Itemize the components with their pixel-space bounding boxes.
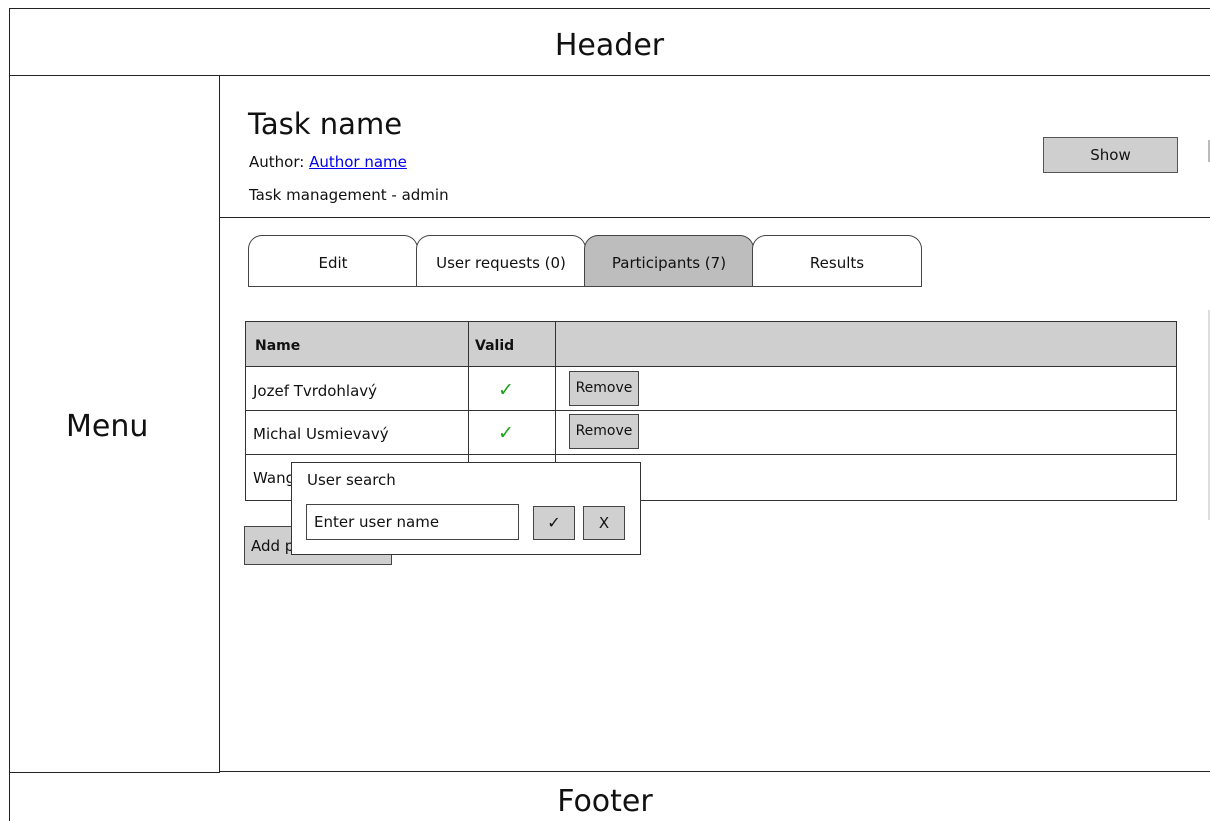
row-divider [246, 410, 1176, 411]
task-subtitle: Task management - admin [249, 186, 449, 204]
task-title: Task name [248, 107, 403, 141]
footer-label: Footer [557, 784, 653, 819]
tab-participants[interactable]: Participants (7) [584, 235, 754, 287]
popup-title: User search [307, 471, 396, 489]
valid-check-icon: ✓ [498, 422, 514, 444]
table-cell-name: Wang [253, 469, 296, 487]
column-header-valid: Valid [475, 338, 515, 354]
menu-label: Menu [66, 409, 149, 444]
valid-check-icon: ✓ [498, 379, 514, 401]
show-button[interactable]: Show [1043, 137, 1178, 173]
user-search-popup: User search ✓ X [291, 462, 641, 555]
tab-user-requests[interactable]: User requests (0) [416, 235, 586, 287]
confirm-button[interactable]: ✓ [533, 506, 575, 540]
tab-results[interactable]: Results [752, 235, 922, 287]
column-header-name: Name [255, 338, 301, 354]
footer-divider [220, 771, 1210, 772]
tab-edit[interactable]: Edit [248, 235, 418, 287]
tabs-baseline [248, 286, 921, 287]
table-header: Name Valid [246, 322, 1176, 367]
table-cell-name: Michal Usmievavý [253, 425, 389, 443]
remove-button[interactable]: Remove [569, 371, 639, 406]
author-row: Author: Author name [249, 153, 407, 171]
row-divider [246, 454, 1176, 455]
section-divider [220, 217, 1210, 218]
author-prefix: Author: [249, 153, 305, 171]
user-name-input[interactable] [306, 504, 519, 540]
table-cell-name: Jozef Tvrdohlavý [253, 382, 378, 400]
menu-sidebar: Menu [9, 76, 220, 773]
remove-button[interactable]: Remove [569, 414, 639, 449]
cancel-button[interactable]: X [583, 506, 625, 540]
header: Header [9, 8, 1210, 76]
header-title: Header [554, 28, 665, 63]
author-link[interactable]: Author name [309, 153, 407, 171]
